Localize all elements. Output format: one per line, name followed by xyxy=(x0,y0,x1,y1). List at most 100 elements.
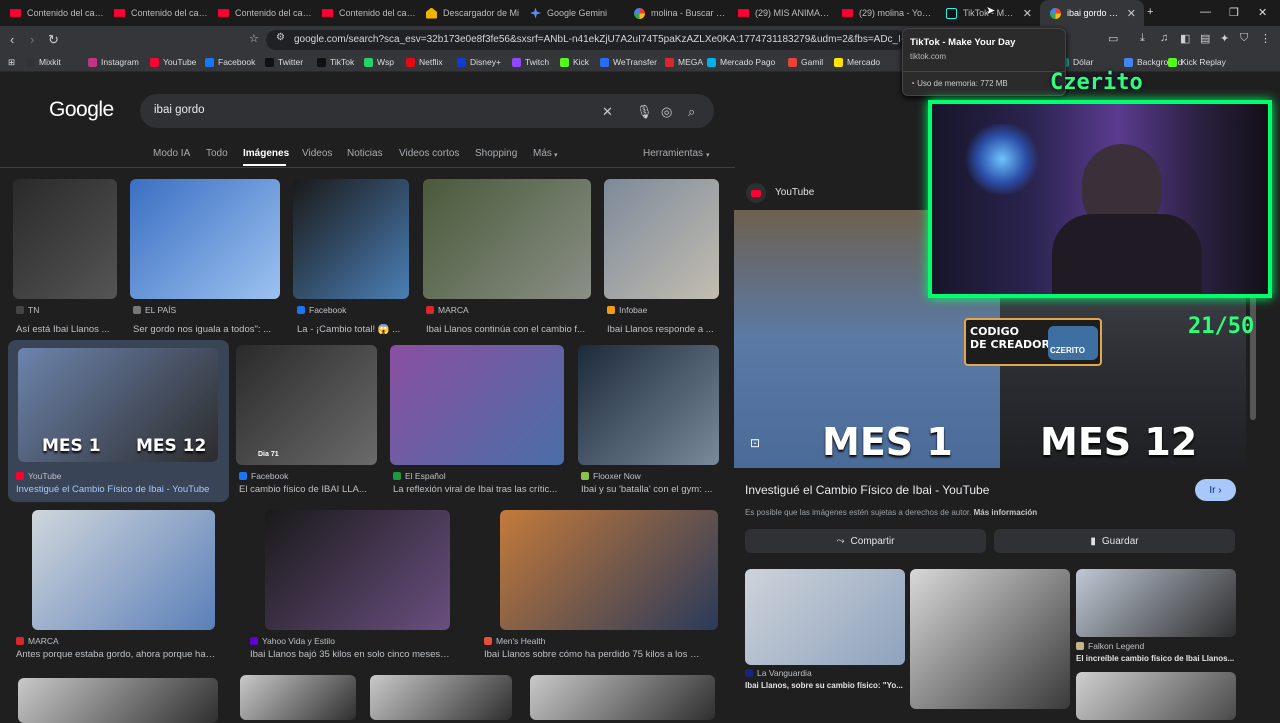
browser-tab[interactable]: Contenido del canal xyxy=(312,0,416,26)
panel-source[interactable]: YouTube xyxy=(775,187,814,198)
more-info-link[interactable]: Más información xyxy=(974,508,1038,517)
browser-tab[interactable]: molina - Buscar con xyxy=(624,0,728,26)
filter-tab[interactable]: Herramientas xyxy=(643,148,703,159)
media-icon[interactable]: ♫ xyxy=(1160,32,1168,44)
go-button[interactable]: Ir › xyxy=(1195,479,1236,501)
apps-icon[interactable]: ⊞ xyxy=(8,57,15,68)
result-caption[interactable]: Ibai Llanos continúa con el cambio f... xyxy=(426,324,626,335)
filter-tab[interactable]: Noticias xyxy=(347,148,383,159)
close-window-button[interactable]: ✕ xyxy=(1258,6,1267,19)
bookmark-item[interactable]: Wsp xyxy=(364,57,394,67)
maximize-button[interactable]: ❐ xyxy=(1229,6,1239,19)
bookmark-item[interactable]: Mercado Pago xyxy=(707,57,775,67)
bookmark-item[interactable]: Mercado xyxy=(834,57,880,67)
result-caption[interactable]: Ibai Llanos bajó 35 kilos en solo cinco … xyxy=(250,649,450,660)
result-caption[interactable]: Ibai Llanos sobre cómo ha perdido 75 kil… xyxy=(484,649,702,660)
bookmark-item[interactable]: Mixkit xyxy=(26,57,61,67)
result-caption[interactable]: La reflexión viral de Ibai tras las crít… xyxy=(393,484,593,495)
wallet-icon[interactable]: ▤ xyxy=(1200,32,1210,45)
bookmark-item[interactable]: Twitch xyxy=(512,57,549,67)
related-image[interactable] xyxy=(1076,672,1236,720)
filter-tab[interactable]: Shopping xyxy=(475,148,517,159)
filter-tab[interactable]: Videos xyxy=(302,148,332,159)
bookmark-item[interactable]: Kick Replay xyxy=(1168,57,1226,67)
related-image[interactable] xyxy=(1076,569,1236,637)
menu-icon[interactable]: ⋮ xyxy=(1260,32,1271,45)
reload-icon[interactable]: ↻ xyxy=(48,32,59,48)
browser-tab[interactable]: (29) molina - YouTu xyxy=(832,0,936,26)
result-caption[interactable]: Investigué el Cambio Físico de Ibai - Yo… xyxy=(16,484,216,495)
minimize-button[interactable]: — xyxy=(1200,6,1211,18)
address-bar[interactable]: google.com/search?sca_esv=32b173e0e8f3fe… xyxy=(266,30,906,50)
related-image[interactable] xyxy=(910,569,1070,709)
result-image[interactable] xyxy=(530,675,715,720)
forward-icon[interactable]: › xyxy=(30,32,34,47)
search-input[interactable]: ibai gordo xyxy=(140,94,714,128)
browser-tab[interactable]: Descargador de Mi xyxy=(416,0,520,26)
close-tab-icon[interactable]: ✕ xyxy=(1023,7,1032,20)
bookmark-item[interactable]: Twitter xyxy=(265,57,303,67)
filter-tab[interactable]: Imágenes xyxy=(243,148,289,159)
result-image[interactable] xyxy=(265,510,450,630)
result-caption[interactable]: Antes porque estaba gordo, ahora porque … xyxy=(16,649,216,660)
filter-tab[interactable]: Más xyxy=(533,148,552,159)
result-image[interactable] xyxy=(604,179,719,299)
result-image[interactable]: Dia 71 xyxy=(236,345,377,465)
bookmark-item[interactable]: Netflix xyxy=(406,57,443,67)
result-image[interactable] xyxy=(390,345,564,465)
cast-icon[interactable]: ▭ xyxy=(1108,32,1118,45)
result-image[interactable] xyxy=(370,675,512,720)
result-image[interactable] xyxy=(423,179,591,299)
result-image[interactable] xyxy=(293,179,409,299)
result-image[interactable] xyxy=(18,678,218,723)
clear-icon[interactable]: ✕ xyxy=(602,104,613,120)
result-image[interactable] xyxy=(13,179,117,299)
downloads-icon[interactable]: ⤓ xyxy=(1140,32,1145,45)
bookmark-item[interactable]: WeTransfer xyxy=(600,57,657,67)
google-logo[interactable]: Google xyxy=(49,98,114,122)
bookmark-item[interactable]: Kick xyxy=(560,57,589,67)
browser-tab[interactable]: Contenido del canal xyxy=(208,0,312,26)
result-image[interactable] xyxy=(240,675,356,720)
mic-icon[interactable]: 🎙 xyxy=(636,104,653,120)
bookmark-item[interactable]: Gamil xyxy=(788,57,823,67)
browser-tab[interactable]: ibai gordo - Bu ✕ xyxy=(1040,0,1144,26)
filter-tab[interactable]: Videos cortos xyxy=(399,148,459,159)
search-icon[interactable]: ⌕ xyxy=(688,104,695,120)
result-image[interactable] xyxy=(500,510,718,630)
goal-counter: 21/50 xyxy=(1188,314,1255,339)
lens-icon[interactable]: ◎ xyxy=(661,104,672,120)
bookmark-item[interactable]: Disney+ xyxy=(457,57,501,67)
new-tab-button[interactable]: + xyxy=(1147,6,1153,18)
browser-tab[interactable]: Contenido del canal xyxy=(0,0,104,26)
result-image[interactable]: MES 1 MES 12 xyxy=(18,348,218,462)
filter-tab[interactable]: Todo xyxy=(206,148,228,159)
site-info-icon[interactable]: ⚙ xyxy=(276,32,285,43)
bookmark-icon xyxy=(265,57,274,67)
result-image[interactable] xyxy=(578,345,719,465)
back-icon[interactable]: ‹ xyxy=(10,32,14,47)
result-image[interactable] xyxy=(32,510,215,630)
save-button[interactable]: ▮ Guardar xyxy=(994,529,1235,553)
browser-tab[interactable]: (29) MIS ANIMALES xyxy=(728,0,832,26)
bookmark-star-icon[interactable]: ☆ xyxy=(249,32,259,45)
filter-tab[interactable]: Modo IA xyxy=(153,148,190,159)
lens-search-icon[interactable]: ⊡ xyxy=(750,436,760,450)
bookmark-item[interactable]: YouTube xyxy=(150,57,196,67)
result-image[interactable] xyxy=(130,179,280,299)
related-image[interactable] xyxy=(745,569,905,665)
share-button[interactable]: ⤳ Compartir xyxy=(745,529,986,553)
bookmark-item[interactable]: MEGA xyxy=(665,57,703,67)
bookmark-item[interactable]: Facebook xyxy=(205,57,255,67)
panel-title[interactable]: Investigué el Cambio Físico de Ibai - Yo… xyxy=(745,483,989,497)
close-tab-icon[interactable]: ✕ xyxy=(1127,7,1136,20)
extension-icon[interactable]: ✦ xyxy=(1220,32,1229,45)
related-caption[interactable]: Ibai Llanos, sobre su cambio físico: "Yo… xyxy=(745,681,905,690)
bookmark-item[interactable]: Instagram xyxy=(88,57,139,67)
browser-tab[interactable]: Contenido del canal xyxy=(104,0,208,26)
bookmark-item[interactable]: TikTok xyxy=(317,57,354,67)
browser-tab[interactable]: Google Gemini xyxy=(520,0,624,26)
shield-icon[interactable]: ⛉ xyxy=(1240,32,1248,45)
sidebar-icon[interactable]: ◧ xyxy=(1180,32,1190,45)
related-caption[interactable]: El increíble cambio físico de Ibai Llano… xyxy=(1076,654,1236,663)
